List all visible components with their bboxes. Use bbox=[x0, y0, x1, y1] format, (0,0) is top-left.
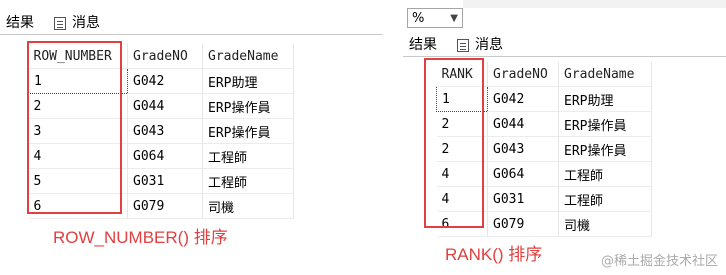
grid-cell[interactable]: G064 bbox=[487, 161, 559, 187]
grid-cell[interactable]: ERP助理 bbox=[558, 86, 652, 112]
editor-strip bbox=[463, 0, 726, 8]
highlight-box bbox=[27, 41, 122, 214]
grid-cell[interactable]: G043 bbox=[487, 136, 559, 162]
highlight-box bbox=[424, 58, 484, 228]
panel-divider bbox=[383, 0, 403, 275]
grid-cell[interactable]: G044 bbox=[487, 111, 559, 137]
tab-messages[interactable]: 消息 bbox=[453, 36, 507, 55]
grid-cell[interactable]: G079 bbox=[127, 193, 203, 219]
column-header[interactable]: GradeNO bbox=[487, 62, 559, 87]
annotation-caption: RANK() 排序 bbox=[445, 245, 543, 264]
grid-cell[interactable]: ERP操作員 bbox=[202, 118, 294, 144]
column-header[interactable]: GradeName bbox=[558, 62, 652, 87]
grid-cell[interactable]: G042 bbox=[487, 86, 559, 112]
grid-cell[interactable]: 司機 bbox=[558, 211, 652, 237]
grid-cell[interactable]: G064 bbox=[127, 143, 203, 169]
zoom-select[interactable]: % ▼ bbox=[407, 8, 463, 28]
tab-results[interactable]: 结果 bbox=[405, 36, 441, 55]
grid-cell[interactable]: ERP操作員 bbox=[202, 93, 294, 119]
grid-cell[interactable]: G031 bbox=[487, 186, 559, 212]
grid-cell[interactable]: G031 bbox=[127, 168, 203, 194]
tab-results[interactable]: 结果 bbox=[2, 14, 38, 33]
chevron-down-icon: ▼ bbox=[450, 13, 458, 24]
grid-cell[interactable]: G042 bbox=[127, 68, 203, 94]
message-icon bbox=[54, 17, 66, 30]
grid-cell[interactable]: G043 bbox=[127, 118, 203, 144]
message-icon bbox=[457, 39, 469, 52]
grid-cell[interactable]: 工程師 bbox=[202, 168, 294, 194]
column-header[interactable]: GradeName bbox=[202, 44, 294, 69]
tab-messages[interactable]: 消息 bbox=[50, 14, 104, 33]
column-header[interactable]: GradeNO bbox=[127, 44, 203, 69]
grid-cell[interactable]: 工程師 bbox=[202, 143, 294, 169]
results-tab-bar: 结果 消息 bbox=[0, 12, 383, 35]
grid-cell[interactable]: 工程師 bbox=[558, 186, 652, 212]
watermark: @稀土掘金技术社区 bbox=[600, 254, 718, 269]
results-tab-bar: 结果 消息 bbox=[403, 34, 726, 57]
grid-cell[interactable]: 工程師 bbox=[558, 161, 652, 187]
tab-messages-label: 消息 bbox=[475, 37, 503, 53]
grid-cell[interactable]: 司機 bbox=[202, 193, 294, 219]
grid-cell[interactable]: G044 bbox=[127, 93, 203, 119]
grid-cell[interactable]: ERP操作員 bbox=[558, 136, 652, 162]
tab-messages-label: 消息 bbox=[72, 15, 100, 31]
grid-cell[interactable]: ERP操作員 bbox=[558, 111, 652, 137]
annotation-caption: ROW_NUMBER() 排序 bbox=[53, 228, 228, 247]
zoom-value: % bbox=[412, 11, 425, 26]
grid-cell[interactable]: ERP助理 bbox=[202, 68, 294, 94]
grid-cell[interactable]: G079 bbox=[487, 211, 559, 237]
